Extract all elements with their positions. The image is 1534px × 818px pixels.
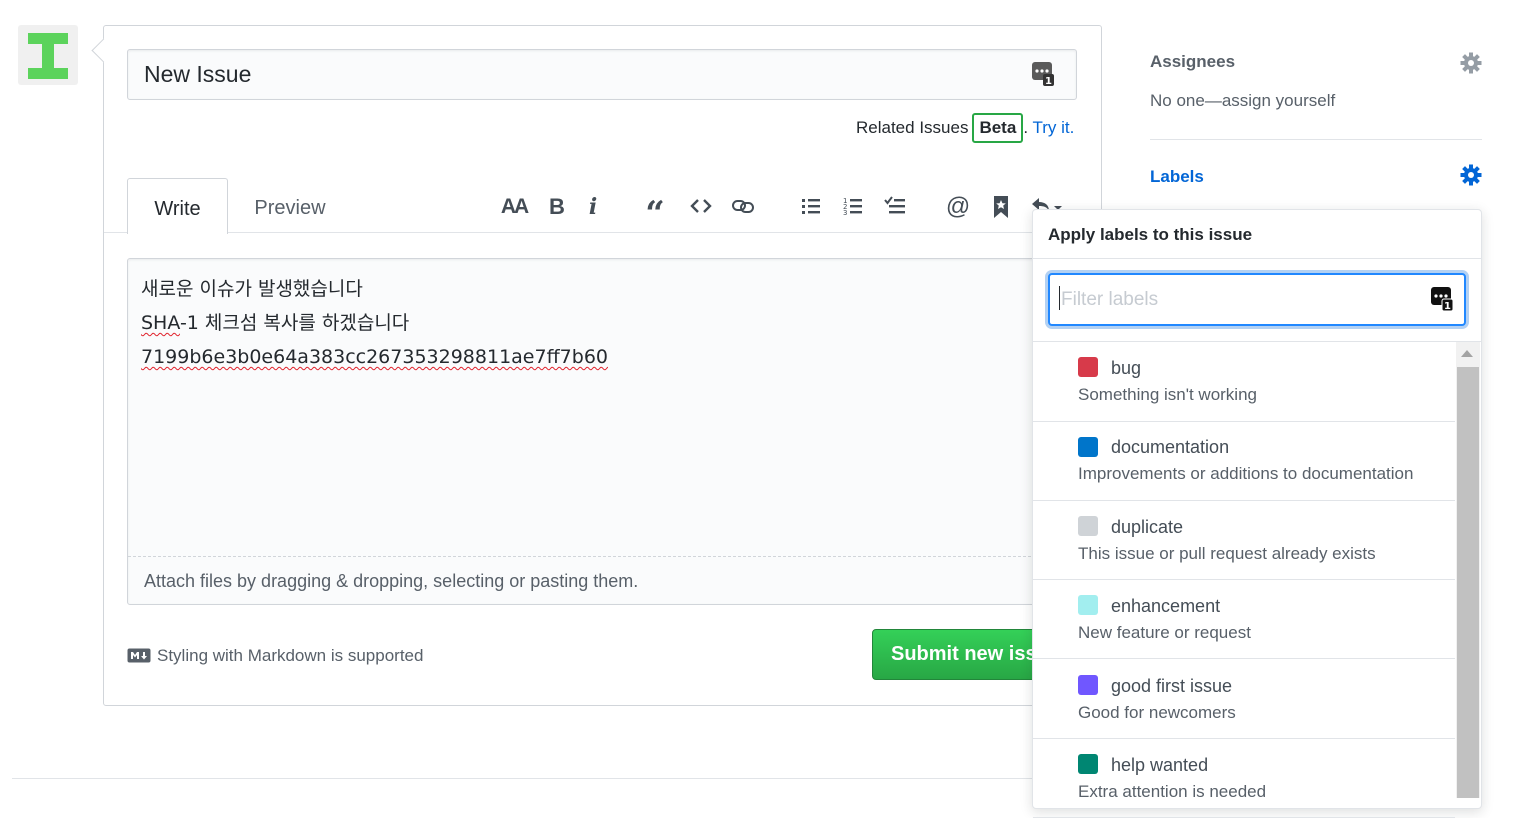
label-item-bug[interactable] xyxy=(1033,342,1455,422)
text-caret xyxy=(1059,286,1060,310)
try-it-link[interactable]: Try it. xyxy=(1032,118,1074,137)
label-name: bug xyxy=(1111,358,1142,378)
tab-preview[interactable]: Preview xyxy=(240,178,340,234)
labels-heading[interactable]: Labels xyxy=(1150,165,1204,189)
label-color-swatch xyxy=(1078,754,1098,774)
reference-button[interactable] xyxy=(985,192,1017,222)
label-description: This issue or pull request already exist… xyxy=(1078,544,1376,563)
italic-button[interactable]: i xyxy=(577,192,609,222)
labels-dropdown-title: Apply labels to this issue xyxy=(1048,225,1253,244)
heading-button[interactable]: AA xyxy=(498,192,530,222)
body-line-2-rest: -1 체크섬 복사를 하겠습니다 xyxy=(179,312,410,334)
label-item-enhancement[interactable] xyxy=(1033,579,1455,659)
password-manager-icon[interactable]: 1 xyxy=(1430,286,1454,312)
label-description: Something isn't working xyxy=(1078,385,1257,404)
label-description: Extra attention is needed xyxy=(1078,782,1267,801)
comment-body-text: 새로운 이슈가 발생했습니다 SHA-1 체크섬 복사를 하겠습니다 7199b… xyxy=(141,272,608,374)
attach-divider xyxy=(128,556,1046,557)
label-item-good-first-issue[interactable] xyxy=(1033,659,1455,739)
body-line-3: 7199b6e3b0e64a383cc267353298811ae7ff7b60 xyxy=(141,346,608,368)
label-name: documentation xyxy=(1111,437,1230,457)
markdown-note-text: Styling with Markdown is supported xyxy=(157,646,424,665)
related-issues-label: Related Issues xyxy=(856,118,969,137)
task-list-icon xyxy=(879,195,911,217)
label-color-swatch xyxy=(1078,675,1098,695)
numbered-list-icon: 123 xyxy=(837,195,869,217)
markdown-icon xyxy=(127,646,157,665)
scrollbar-thumb[interactable] xyxy=(1457,367,1479,798)
password-manager-icon[interactable]: 1 xyxy=(1031,61,1055,87)
label-description: New feature or request xyxy=(1078,623,1251,642)
label-name: duplicate xyxy=(1111,517,1184,537)
avatar[interactable] xyxy=(18,25,78,85)
labels-gear-icon[interactable] xyxy=(1460,164,1482,186)
bullet-list-button[interactable] xyxy=(795,192,827,222)
label-description: Good for newcomers xyxy=(1078,703,1236,722)
label-name: enhancement xyxy=(1111,596,1221,616)
dropdown-divider xyxy=(1033,258,1481,259)
code-button[interactable] xyxy=(685,192,717,222)
footer-divider xyxy=(12,778,1072,779)
task-list-button[interactable] xyxy=(879,192,911,222)
assignees-value[interactable]: No one—assign yourself xyxy=(1150,89,1335,113)
filter-labels-placeholder: Filter labels xyxy=(1061,289,1159,310)
label-item-documentation[interactable] xyxy=(1033,421,1455,501)
scroll-up-arrow-icon[interactable] xyxy=(1461,350,1473,357)
beta-badge: Beta xyxy=(972,113,1024,143)
label-color-swatch xyxy=(1078,595,1098,615)
body-line-1: 새로운 이슈가 발생했습니다 xyxy=(141,278,363,300)
related-issues-period: . xyxy=(1023,118,1029,137)
link-button[interactable] xyxy=(727,192,759,222)
label-item-help-wanted[interactable] xyxy=(1033,738,1455,818)
svg-text:1: 1 xyxy=(1045,76,1052,87)
bullet-list-icon xyxy=(795,195,827,217)
quote-button[interactable]: “ xyxy=(639,192,671,234)
bookmark-icon xyxy=(985,195,1017,219)
attach-files-hint[interactable]: Attach files by dragging & dropping, sel… xyxy=(144,567,638,595)
tab-write[interactable]: Write xyxy=(127,178,228,234)
label-name: good first issue xyxy=(1111,676,1233,696)
bold-button[interactable]: B xyxy=(541,192,573,222)
label-description: Improvements or additions to documentati… xyxy=(1078,464,1414,483)
sidebar-divider xyxy=(1150,139,1482,140)
numbered-list-button[interactable]: 123 xyxy=(837,192,869,222)
label-name: help wanted xyxy=(1111,755,1209,775)
svg-text:1: 1 xyxy=(1444,301,1451,312)
label-color-swatch xyxy=(1078,516,1098,536)
label-color-swatch xyxy=(1078,357,1098,377)
label-color-swatch xyxy=(1078,437,1098,457)
mention-button[interactable]: @ xyxy=(942,192,974,222)
label-item-duplicate[interactable] xyxy=(1033,500,1455,580)
body-line-2: SHA-1 체크섬 복사를 하겠습니다 xyxy=(141,306,608,340)
svg-text:3: 3 xyxy=(843,209,847,217)
related-issues: Related Issues Beta. Try it. xyxy=(856,113,1074,143)
filter-labels-input[interactable]: Filter labels xyxy=(1048,273,1466,326)
issue-title-input[interactable]: New Issue xyxy=(127,49,1077,100)
misspelled-word: SHA xyxy=(141,312,180,334)
assignees-gear-icon[interactable] xyxy=(1460,52,1482,74)
link-icon xyxy=(727,195,759,217)
code-icon xyxy=(685,195,717,217)
assignees-heading: Assignees xyxy=(1150,52,1236,71)
markdown-note[interactable]: Styling with Markdown is supported xyxy=(127,643,423,669)
